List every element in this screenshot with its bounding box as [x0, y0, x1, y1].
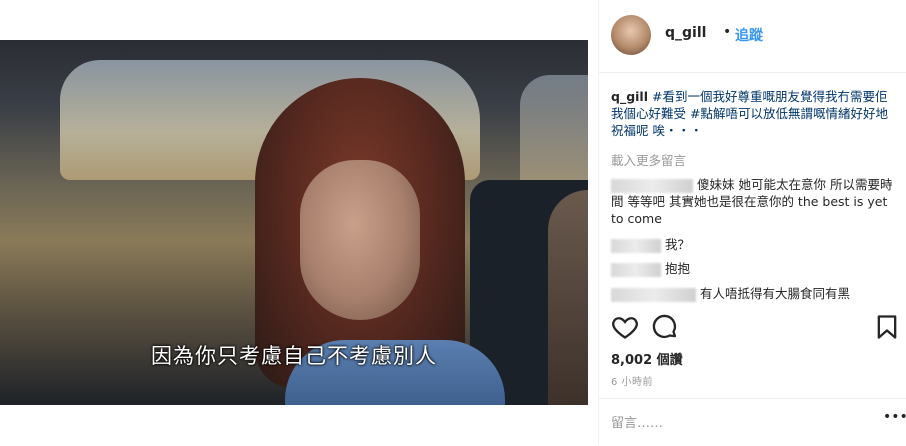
follow-button[interactable]: 追蹤: [735, 25, 763, 45]
comment-composer: 留言…… •••: [599, 398, 906, 446]
comment-item: 我？: [611, 236, 901, 253]
person-face: [300, 160, 420, 320]
post-actions: [599, 305, 906, 345]
video-frame[interactable]: 因為你只考慮自己不考慮別人: [0, 40, 588, 405]
caption-username[interactable]: q_gill: [611, 89, 648, 104]
comment-icon[interactable]: [651, 313, 679, 341]
heart-icon[interactable]: [611, 313, 639, 341]
comment-text: 抱抱: [665, 261, 691, 276]
caption-text: #看到一個我好尊重嘅朋友覺得我冇需要佢我個心好難受 #點解唔可以放低無謂嘅情緒好…: [611, 89, 888, 138]
post-header: q_gill • 追蹤: [599, 0, 906, 73]
comment-input[interactable]: 留言……: [611, 412, 663, 431]
likes-count[interactable]: 8,002 個讚: [611, 349, 683, 368]
more-options-icon[interactable]: •••: [883, 409, 906, 425]
comment-item: 有人唔抵得有大腸食同有黑: [611, 285, 901, 302]
bookmark-icon[interactable]: [873, 313, 901, 341]
post-sidebar: q_gill • 追蹤 q_gill #看到一個我好尊重嘅朋友覺得我冇需要佢我個…: [598, 0, 906, 445]
comment-item: 抱抱: [611, 260, 901, 277]
post-media[interactable]: 因為你只考慮自己不考慮別人: [0, 0, 598, 445]
comment-text: 我？: [665, 237, 691, 252]
load-more-comments[interactable]: 載入更多留言: [611, 150, 686, 169]
video-subtitle: 因為你只考慮自己不考慮別人: [151, 344, 437, 368]
username-link[interactable]: q_gill: [665, 25, 706, 41]
blurred-username: [611, 238, 661, 253]
blurred-username: [611, 262, 661, 277]
blurred-username: [611, 178, 693, 193]
comment-text: 有人唔抵得有大腸食同有黑: [700, 286, 851, 301]
post-caption: q_gill #看到一個我好尊重嘅朋友覺得我冇需要佢我個心好難受 #點解唔可以放…: [611, 88, 897, 139]
second-person: [548, 190, 588, 405]
separator-dot: •: [723, 24, 732, 40]
blurred-username: [611, 287, 696, 302]
post-timestamp[interactable]: 6 小時前: [611, 373, 653, 388]
comment-item: 傻妹妹 她可能太在意你 所以需要時間 等等吧 其實她也是很在意你的 the be…: [611, 176, 901, 227]
avatar[interactable]: [611, 15, 651, 55]
